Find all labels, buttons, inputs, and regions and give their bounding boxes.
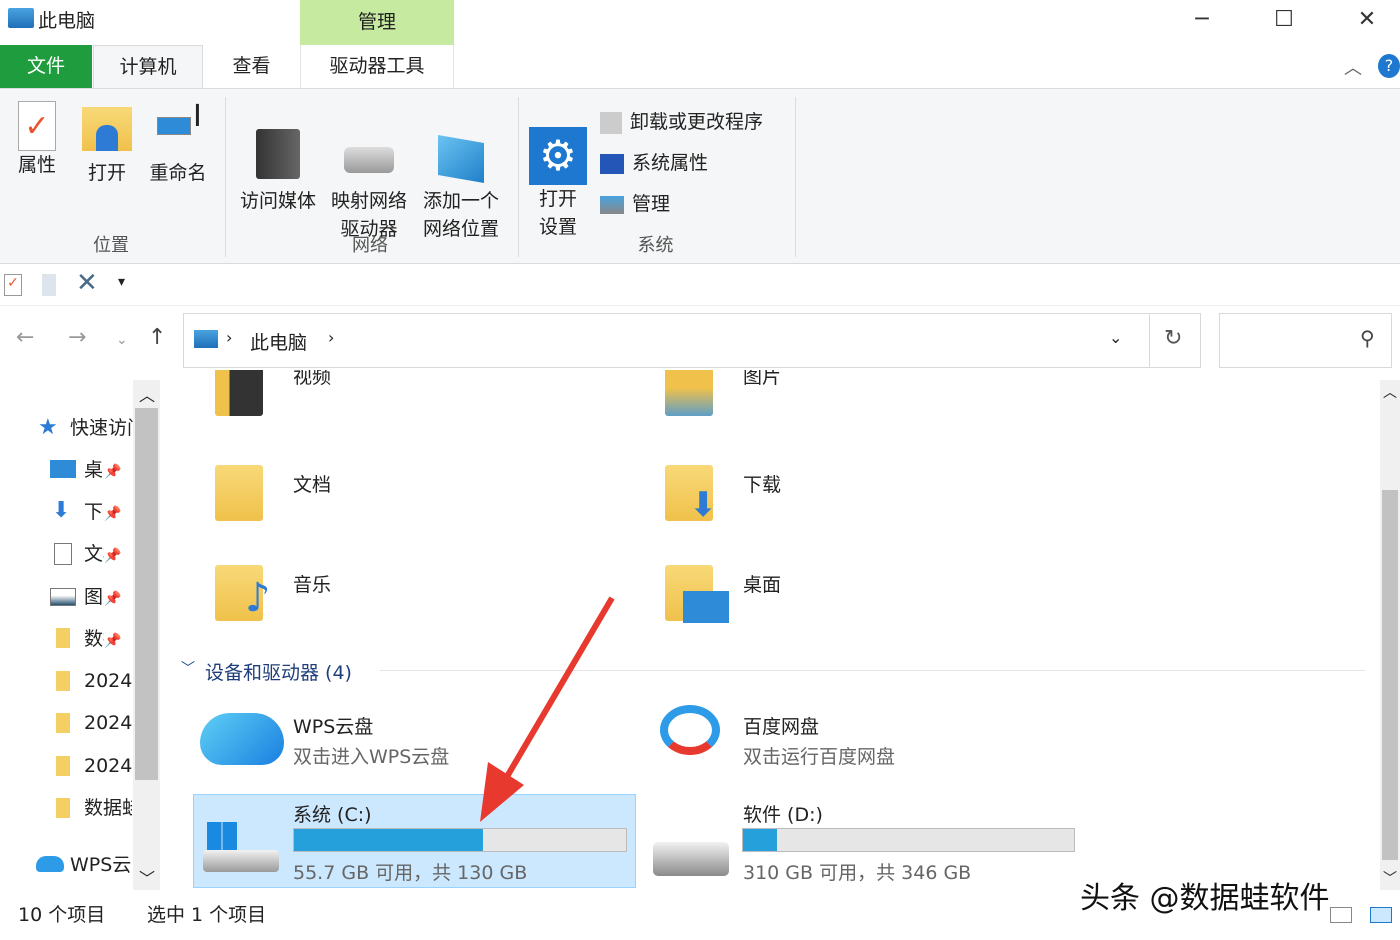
item-count: 10 个项目 — [18, 904, 106, 926]
arrow-shaft — [502, 596, 615, 782]
red-arrow-annotation — [480, 596, 615, 822]
selection-count: 选中 1 个项目 — [147, 904, 267, 926]
watermark: 头条 @数据蛙软件 — [1080, 881, 1330, 916]
large-icons-view-icon[interactable] — [1370, 907, 1392, 923]
details-view-icon[interactable] — [1330, 907, 1352, 923]
arrow-head — [480, 762, 524, 822]
